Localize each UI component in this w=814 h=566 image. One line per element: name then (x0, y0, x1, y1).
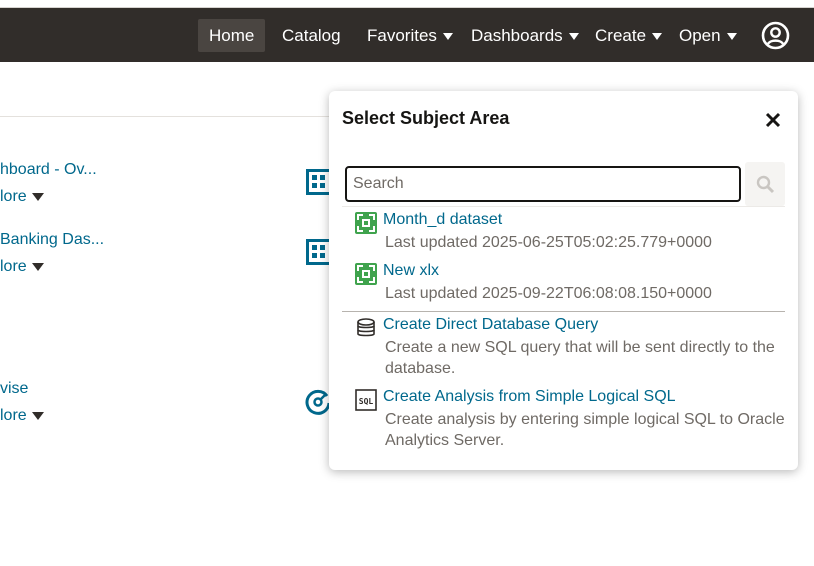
chevron-down-icon (442, 33, 453, 41)
chevron-down-icon (652, 33, 663, 41)
caret-down-icon (31, 411, 44, 420)
nav-dashboards[interactable]: Dashboards (460, 19, 590, 52)
background-more-link[interactable]: lore (0, 407, 44, 425)
search-button[interactable] (745, 162, 785, 206)
close-icon[interactable] (763, 110, 783, 130)
main-nav: Home Catalog Favorites Dashboards Create… (0, 8, 814, 63)
dataset-last-updated: Last updated 2025-09-22T06:08:08.150+000… (385, 285, 712, 302)
background-more-link[interactable]: lore (0, 188, 44, 206)
section-divider (0, 116, 335, 117)
nav-catalog-label: Catalog (282, 26, 341, 45)
nav-home[interactable]: Home (198, 19, 266, 52)
search-field (345, 166, 741, 202)
nav-catalog[interactable]: Catalog (271, 19, 352, 52)
gauge-icon[interactable] (305, 389, 331, 415)
dataset-icon (355, 263, 377, 285)
list-item-logical-sql[interactable]: SQL Create Analysis from Simple Logical … (355, 388, 785, 452)
background-more-link[interactable]: lore (0, 258, 44, 276)
list-item-direct-db-query[interactable]: Create Direct Database Query Create a ne… (355, 316, 785, 380)
search-input[interactable] (347, 168, 739, 200)
list-item-dataset[interactable]: Month_d dataset Last updated 2025-06-25T… (355, 211, 785, 253)
dataset-icon (355, 212, 377, 234)
action-description: Create a new SQL query that will be sent… (385, 339, 775, 377)
nav-create[interactable]: Create (584, 19, 673, 52)
search-icon (756, 175, 775, 194)
dataset-title[interactable]: Month_d dataset (383, 211, 502, 229)
nav-create-label: Create (595, 26, 647, 45)
more-label: lore (0, 258, 27, 275)
caret-down-icon (31, 192, 44, 201)
database-icon (357, 318, 375, 337)
background-item-title[interactable]: hboard - Ov... (0, 161, 97, 179)
action-description: Create analysis by entering simple logic… (385, 411, 785, 449)
chevron-down-icon (726, 33, 737, 41)
dataset-last-updated: Last updated 2025-06-25T05:02:25.779+000… (385, 234, 712, 251)
nav-favorites-label: Favorites (367, 26, 437, 45)
nav-dashboards-label: Dashboards (471, 26, 563, 45)
list-item-dataset[interactable]: New xlx Last updated 2025-09-22T06:08:08… (355, 262, 785, 304)
dataset-title[interactable]: New xlx (383, 262, 439, 280)
sql-icon: SQL (355, 389, 377, 411)
divider (342, 206, 785, 207)
nav-open-label: Open (679, 26, 721, 45)
dialog-title: Select Subject Area (342, 108, 510, 128)
svg-text:SQL: SQL (359, 397, 374, 406)
nav-open[interactable]: Open (668, 19, 748, 52)
background-item-title[interactable]: Banking Das... (0, 231, 104, 249)
action-title[interactable]: Create Analysis from Simple Logical SQL (383, 388, 676, 406)
background-item-title[interactable]: vise (0, 380, 28, 398)
action-title[interactable]: Create Direct Database Query (383, 316, 598, 334)
caret-down-icon (31, 262, 44, 271)
top-navigation-bar: Home Catalog Favorites Dashboards Create… (0, 7, 814, 62)
select-subject-area-dialog: Select Subject Area Month_d dataset Last… (329, 91, 798, 470)
more-label: lore (0, 188, 27, 205)
user-circle-icon[interactable] (761, 21, 790, 50)
more-label: lore (0, 407, 27, 424)
chevron-down-icon (568, 33, 579, 41)
nav-favorites[interactable]: Favorites (356, 19, 464, 52)
nav-home-label: Home (209, 26, 255, 45)
divider (342, 311, 785, 312)
